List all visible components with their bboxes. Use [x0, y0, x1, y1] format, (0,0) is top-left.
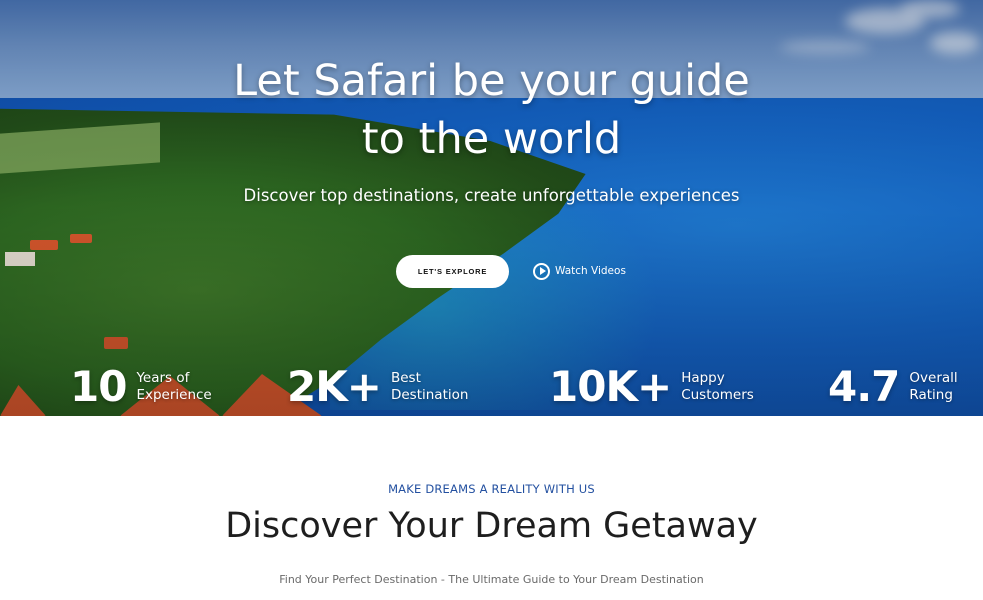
- stat-label: Best Destination: [391, 370, 481, 404]
- section-title: Discover Your Dream Getaway: [225, 506, 758, 546]
- stat-label: Happy Customers: [681, 370, 771, 404]
- stat-label-line1: Years of: [136, 370, 190, 386]
- hero-subtitle: Discover top destinations, create unforg…: [243, 186, 740, 205]
- stat-value: 10K+: [549, 362, 672, 411]
- stat-value: 10: [70, 362, 127, 411]
- stat-label-line1: Happy: [681, 370, 725, 386]
- section-subtitle: Find Your Perfect Destination - The Ulti…: [279, 573, 704, 586]
- stat-label-line1: Best: [390, 370, 421, 386]
- stat-value: 2K+: [287, 362, 382, 411]
- stat-label-line1: Overall: [909, 370, 958, 386]
- stat-destinations: 2K+ Best Destination: [287, 362, 481, 412]
- lets-explore-button[interactable]: LET'S EXPLORE: [396, 255, 509, 288]
- stat-label: Overall Rating: [909, 370, 969, 404]
- watch-videos-link[interactable]: Watch Videos: [533, 262, 626, 280]
- stat-customers: 10K+ Happy Customers: [549, 362, 771, 412]
- watch-videos-label: Watch Videos: [555, 265, 626, 277]
- stat-label-line2: Experience: [136, 387, 212, 403]
- hero-title-line2: to the world: [361, 114, 622, 164]
- hero-banner: Let Safari be your guide to the world Di…: [0, 0, 983, 416]
- stat-label: Years of Experience: [136, 370, 226, 404]
- hero-title-line1: Let Safari be your guide: [233, 56, 750, 106]
- stat-label-line2: Customers: [681, 387, 754, 403]
- stat-label-line2: Destination: [390, 387, 469, 403]
- stat-label-line2: Rating: [909, 387, 953, 403]
- hero-title: Let Safari be your guide to the world: [0, 52, 983, 168]
- play-circle-icon: [533, 262, 550, 280]
- section-eyebrow: MAKE DREAMS A REALITY WITH US: [388, 482, 595, 496]
- stat-rating: 4.7 Overall Rating: [828, 362, 969, 412]
- stat-value: 4.7: [828, 362, 900, 411]
- stat-experience: 10 Years of Experience: [70, 362, 226, 412]
